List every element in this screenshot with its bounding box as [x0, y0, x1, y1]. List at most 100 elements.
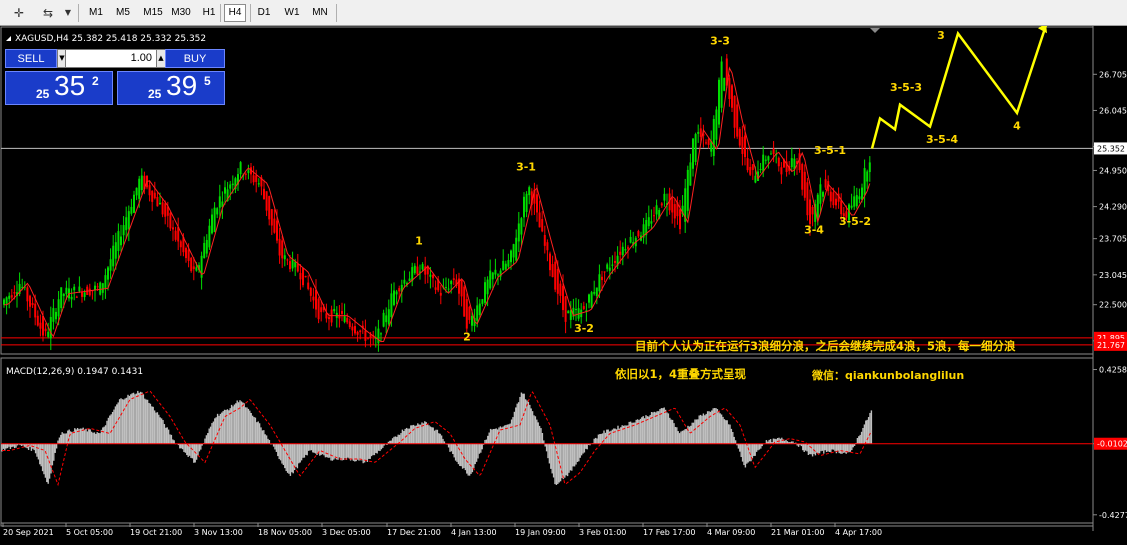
candle-body	[520, 218, 523, 235]
wave-label: 3-5-2	[839, 215, 871, 228]
candle-body	[653, 215, 655, 217]
y-tick-label: 22.500	[1099, 301, 1127, 310]
objects-icon[interactable]: ⇆	[40, 5, 56, 21]
candle-body	[465, 299, 468, 329]
candle-body	[88, 288, 91, 296]
candle-body	[624, 249, 627, 251]
candle-body	[187, 249, 190, 261]
candle-body	[858, 196, 861, 200]
candle-body	[707, 139, 710, 145]
candle-body	[733, 95, 736, 128]
candle-body	[78, 286, 81, 292]
candle-body	[385, 315, 388, 323]
candle-body	[244, 173, 247, 175]
candle-body	[543, 235, 546, 246]
x-tick-label: 3 Feb 01:00	[579, 528, 626, 537]
candle-body	[291, 259, 294, 269]
candle-body	[312, 296, 315, 301]
toolbar: ✛ ⇆ ▼ M1 M5 M15 M30 H1 H4 D1 W1 MN	[0, 0, 1127, 26]
timeframe-h4-button[interactable]: H4	[224, 4, 246, 22]
wechat-annotation: 微信：qiankunbolanglilun	[811, 368, 964, 382]
candle-body	[135, 187, 138, 196]
candle-body	[507, 260, 510, 267]
lot-size-input[interactable]: 1.00	[65, 49, 157, 68]
timeframe-m5-button[interactable]: M5	[112, 4, 134, 22]
buy-button[interactable]: BUY	[165, 49, 225, 68]
wave-label: 3-3	[710, 34, 730, 47]
candle-body	[606, 264, 609, 269]
candle-body	[512, 244, 515, 258]
candle-body	[382, 312, 385, 327]
candle-body	[307, 282, 310, 289]
candle-body	[26, 287, 29, 302]
toolbar-separator	[78, 4, 79, 22]
candle-body	[692, 138, 694, 169]
candle-body	[398, 288, 401, 292]
buy-price-main: 39	[166, 70, 198, 101]
candle-body	[101, 283, 104, 293]
candle-body	[712, 118, 715, 157]
candle-body	[478, 303, 481, 315]
candle-body	[203, 242, 206, 259]
buy-price-box[interactable]: 25 39 5	[117, 70, 225, 105]
candle-body	[133, 194, 135, 213]
candle-body	[855, 195, 858, 207]
candle-body	[715, 109, 718, 140]
timeframe-mn-button[interactable]: MN	[308, 4, 332, 22]
wave-label: 1	[415, 234, 423, 247]
wave-label: 3-5-1	[814, 144, 846, 157]
x-tick-label: 3 Dec 05:00	[322, 528, 371, 537]
candle-body	[746, 158, 749, 171]
analysis-annotation: 目前个人认为正在运行3浪细分浪，之后会继续完成4浪，5浪，每一细分浪	[635, 339, 1016, 353]
candle-body	[460, 280, 463, 297]
candle-body	[122, 225, 125, 236]
candle-body	[502, 260, 505, 271]
timeframe-w1-button[interactable]: W1	[281, 4, 303, 22]
candle-body	[286, 259, 289, 261]
candle-body	[114, 242, 117, 259]
candle-body	[673, 204, 676, 219]
candle-body	[377, 328, 380, 344]
candle-body	[268, 196, 271, 220]
candle-body	[190, 257, 193, 272]
candle-body	[481, 299, 484, 304]
x-tick-label: 5 Oct 05:00	[66, 528, 113, 537]
candle-body	[863, 168, 866, 196]
buy-price-prefix: 25	[148, 87, 162, 101]
candle-body	[296, 264, 299, 272]
candle-body	[341, 311, 343, 314]
candle-body	[408, 278, 411, 282]
candle-body	[772, 148, 775, 154]
candle-body	[224, 187, 226, 194]
candle-body	[751, 164, 754, 170]
timeframe-m1-button[interactable]: M1	[85, 4, 107, 22]
macd-annotation: 依旧以1，4重叠方式呈现	[615, 367, 747, 381]
candle-body	[62, 294, 65, 297]
candle-body	[504, 263, 507, 270]
timeframe-h1-button[interactable]: H1	[198, 4, 220, 22]
crosshair-icon[interactable]: ✛	[11, 5, 27, 21]
candle-body	[380, 333, 382, 335]
dropdown-icon[interactable]: ▼	[60, 5, 76, 21]
candle-body	[117, 231, 120, 251]
sell-price-sup: 2	[92, 74, 99, 88]
x-tick-label: 19 Oct 21:00	[130, 528, 182, 537]
timeframe-m15-button[interactable]: M15	[140, 4, 166, 22]
candle-body	[107, 267, 109, 280]
candle-body	[315, 289, 317, 310]
candle-body	[192, 266, 195, 270]
sell-price-box[interactable]: 25 35 2	[5, 70, 113, 105]
x-tick-label: 17 Feb 17:00	[643, 528, 695, 537]
candle-body	[471, 316, 473, 326]
candle-body	[434, 287, 437, 290]
sell-price-prefix: 25	[36, 87, 50, 101]
symbol-marker-icon	[6, 36, 11, 41]
sell-button[interactable]: SELL	[5, 49, 57, 68]
candle-body	[853, 196, 856, 207]
candle-body	[832, 192, 835, 206]
macd-histogram	[1, 390, 873, 485]
candle-body	[325, 313, 328, 319]
timeframe-m30-button[interactable]: M30	[168, 4, 194, 22]
timeframe-d1-button[interactable]: D1	[253, 4, 275, 22]
candle-body	[44, 328, 47, 332]
